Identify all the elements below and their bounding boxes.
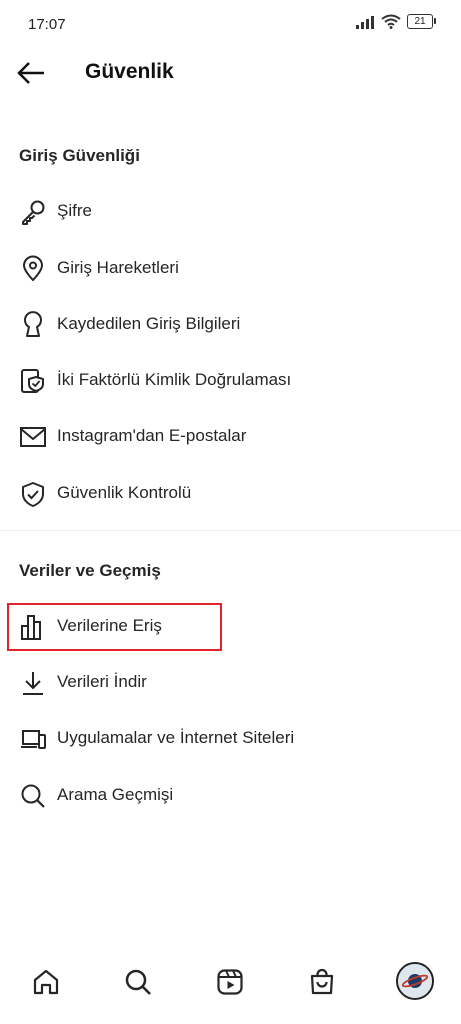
menu-item-password[interactable]: Şifre xyxy=(0,188,461,236)
menu-item-two-factor-auth[interactable]: İki Faktörlü Kimlik Doğrulaması xyxy=(0,357,461,405)
reels-icon xyxy=(217,969,243,995)
section-title-login-security: Giriş Güvenliği xyxy=(19,146,140,165)
menu-item-label: Güvenlik Kontrolü xyxy=(57,483,192,502)
menu-item-saved-login-info[interactable]: Kaydedilen Giriş Bilgileri xyxy=(0,301,461,349)
menu-item-label: Arama Geçmişi xyxy=(57,785,174,804)
status-bar: 17:07 21 xyxy=(0,0,461,50)
menu-item-search-history[interactable]: Arama Geçmişi xyxy=(0,772,461,820)
signal-icon xyxy=(356,15,374,29)
highlight-box xyxy=(7,603,222,651)
search-icon xyxy=(21,784,45,808)
menu-item-label: İki Faktörlü Kimlik Doğrulaması xyxy=(57,370,292,389)
phone-shield-icon xyxy=(21,369,44,393)
home-icon xyxy=(33,969,59,995)
nav-shop-button[interactable] xyxy=(302,962,342,1002)
nav-profile-avatar[interactable] xyxy=(396,962,434,1000)
avatar-icon xyxy=(398,964,432,998)
menu-item-label: Şifre xyxy=(57,201,92,220)
menu-item-login-activity[interactable]: Giriş Hareketleri xyxy=(0,245,461,293)
section-divider xyxy=(0,530,461,531)
bottom-nav xyxy=(0,948,461,1024)
wifi-icon xyxy=(381,14,401,29)
header: Güvenlik xyxy=(0,50,461,96)
menu-item-download-data[interactable]: Verileri İndir xyxy=(0,659,461,707)
laptop-phone-icon xyxy=(21,730,46,749)
nav-home-button[interactable] xyxy=(26,962,66,1002)
download-icon xyxy=(23,672,43,695)
menu-item-label: Kaydedilen Giriş Bilgileri xyxy=(57,314,241,333)
nav-search-button[interactable] xyxy=(118,962,158,1002)
menu-item-label: Verileri İndir xyxy=(57,672,147,691)
menu-item-label: Giriş Hareketleri xyxy=(57,258,179,277)
location-pin-icon xyxy=(22,255,44,282)
page-title: Güvenlik xyxy=(85,60,174,83)
menu-item-label: Instagram'dan E-postalar xyxy=(57,426,247,445)
nav-reels-button[interactable] xyxy=(210,962,250,1002)
back-arrow-icon xyxy=(17,62,44,84)
search-icon xyxy=(125,969,151,995)
status-icons: 21 xyxy=(355,14,436,29)
section-title-data-history: Veriler ve Geçmiş xyxy=(19,561,161,580)
shop-icon xyxy=(310,968,334,995)
menu-item-label: Uygulamalar ve İnternet Siteleri xyxy=(57,728,295,747)
status-time: 17:07 xyxy=(28,16,66,33)
menu-item-emails-from-instagram[interactable]: Instagram'dan E-postalar xyxy=(0,413,461,461)
menu-item-security-checkup[interactable]: Güvenlik Kontrolü xyxy=(0,470,461,518)
back-button[interactable] xyxy=(16,58,50,88)
mail-icon xyxy=(20,427,46,447)
keyhole-icon xyxy=(24,311,42,337)
menu-item-apps-websites[interactable]: Uygulamalar ve İnternet Siteleri xyxy=(0,715,461,763)
key-icon xyxy=(22,200,45,225)
shield-check-icon xyxy=(22,482,44,507)
battery-indicator: 21 xyxy=(407,14,436,29)
